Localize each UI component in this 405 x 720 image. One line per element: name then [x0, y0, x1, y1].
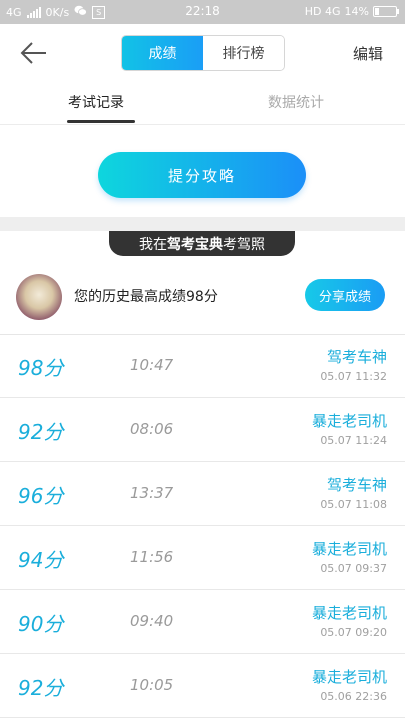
record-row[interactable]: 92分 08:06 暴走老司机 05.07 11:24	[0, 398, 405, 462]
battery-icon	[373, 6, 399, 17]
share-score-button[interactable]: 分享成绩	[305, 279, 385, 311]
banner-brand: 驾考宝典	[167, 236, 223, 253]
record-title: 驾考车神	[326, 348, 387, 366]
record-title: 暴走老司机	[311, 604, 387, 622]
record-date: 05.07 09:37	[320, 562, 387, 575]
record-date: 05.07 09:20	[320, 626, 387, 639]
best-score-text: 您的历史最高成绩98分	[74, 289, 218, 305]
record-score: 90分	[18, 612, 64, 636]
back-arrow-icon	[20, 42, 46, 64]
record-duration: 11:56	[130, 548, 174, 566]
tab-exam-records[interactable]: 考试记录	[68, 92, 124, 112]
brand-banner: 我在 驾考宝典 考驾照	[109, 231, 295, 256]
record-title: 暴走老司机	[311, 540, 387, 558]
battery-percent: 14%	[344, 5, 369, 18]
section-divider	[0, 217, 405, 231]
record-row[interactable]: 92分 10:05 暴走老司机 05.06 22:36	[0, 654, 405, 718]
record-title: 暴走老司机	[311, 668, 387, 686]
record-duration: 08:06	[130, 420, 174, 438]
record-title: 暴走老司机	[311, 412, 387, 430]
score-tips-button[interactable]: 提分攻略	[98, 152, 306, 198]
record-row[interactable]: 96分 13:37 驾考车神 05.07 11:08	[0, 462, 405, 526]
record-date: 05.06 22:36	[320, 690, 387, 703]
record-score: 98分	[18, 356, 64, 380]
records-list: 98分 10:47 驾考车神 05.07 11:32 92分 08:06 暴走老…	[0, 334, 405, 718]
record-score: 96分	[18, 484, 64, 508]
segment-control: 成绩 排行榜	[121, 35, 285, 71]
best-score-row: 您的历史最高成绩98分 分享成绩	[0, 266, 405, 335]
record-row[interactable]: 98分 10:47 驾考车神 05.07 11:32	[0, 334, 405, 398]
banner-suffix: 考驾照	[223, 236, 265, 253]
tab-data-stats[interactable]: 数据统计	[268, 92, 324, 112]
tab-bar: 考试记录 数据统计	[0, 82, 405, 125]
record-score: 92分	[18, 420, 64, 444]
record-row[interactable]: 94分 11:56 暴走老司机 05.07 09:37	[0, 526, 405, 590]
tab-indicator	[67, 120, 135, 123]
edit-button[interactable]: 编辑	[353, 43, 383, 64]
record-duration: 09:40	[130, 612, 174, 630]
record-score: 92分	[18, 676, 64, 700]
status-bar: 4G 0K/s S 22:18 HD 4G 14%	[0, 0, 405, 24]
record-date: 05.07 11:32	[320, 370, 387, 383]
record-date: 05.07 11:24	[320, 434, 387, 447]
segment-scores[interactable]: 成绩	[122, 36, 203, 70]
back-button[interactable]	[18, 38, 50, 68]
record-title: 驾考车神	[326, 476, 387, 494]
segment-leaderboard[interactable]: 排行榜	[203, 36, 284, 70]
banner-prefix: 我在	[139, 236, 167, 253]
record-duration: 10:47	[130, 356, 174, 374]
record-duration: 10:05	[130, 676, 174, 694]
record-date: 05.07 11:08	[320, 498, 387, 511]
record-score: 94分	[18, 548, 64, 572]
network-hd-label: HD 4G	[304, 5, 341, 18]
record-row[interactable]: 90分 09:40 暴走老司机 05.07 09:20	[0, 590, 405, 654]
top-nav: 成绩 排行榜 编辑	[0, 24, 405, 82]
avatar	[16, 274, 62, 320]
record-duration: 13:37	[130, 484, 174, 502]
